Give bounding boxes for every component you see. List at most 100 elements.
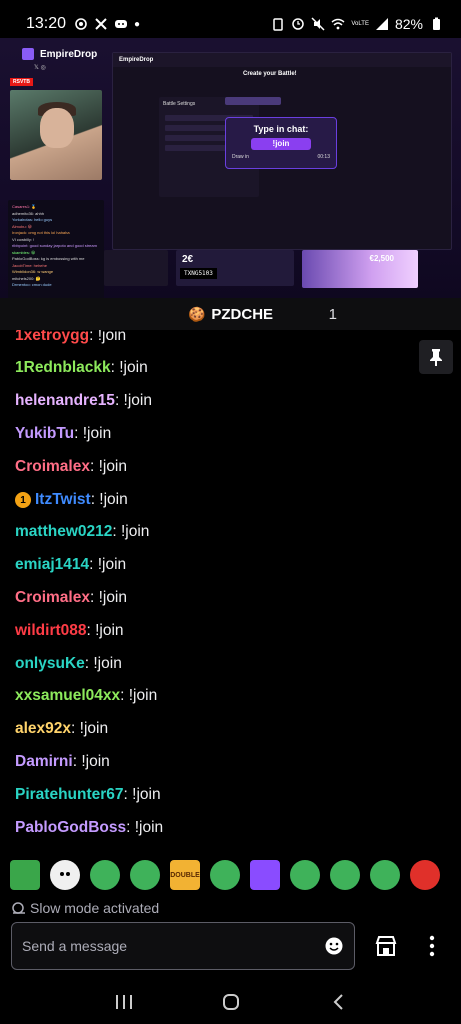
pin-button[interactable] bbox=[419, 340, 453, 374]
chat-text: : !join bbox=[84, 655, 122, 672]
chat-message: Damirni: !join bbox=[15, 753, 110, 771]
chat-text: : !join bbox=[89, 556, 127, 573]
viewer-count: 1 bbox=[328, 305, 337, 323]
chat-message: helenandre15: !join bbox=[15, 392, 152, 410]
chat-text: : !join bbox=[89, 458, 128, 475]
chat-message: wildirt088: !join bbox=[15, 622, 124, 640]
discord-icon bbox=[115, 20, 128, 28]
chat-text: : !join bbox=[126, 819, 164, 836]
chat-username[interactable]: Damirni bbox=[15, 753, 73, 771]
chat-message: PabloGodBoss: !join bbox=[15, 819, 163, 837]
chat-username[interactable]: xxsamuel04xx bbox=[15, 687, 120, 705]
chat-text: : !join bbox=[89, 589, 128, 606]
snail-icon bbox=[12, 902, 25, 914]
emote-frog-laugh-icon[interactable] bbox=[130, 860, 160, 890]
emote-bar[interactable]: DOUBLE bbox=[0, 854, 461, 896]
chat-username[interactable]: 1Rednblackk bbox=[15, 359, 111, 377]
chat-message: 1 ItzTwist: !join bbox=[15, 491, 128, 509]
emote-frog-happy-icon[interactable] bbox=[370, 860, 400, 890]
chat-text: : !join bbox=[71, 720, 109, 737]
stream-website: EmpireDrop Create your Battle! Battle Se… bbox=[112, 52, 452, 250]
channel-emoji: 🍪 bbox=[187, 305, 206, 322]
network-label: VoLTE bbox=[351, 20, 369, 27]
chat-username[interactable]: Croimalex bbox=[15, 458, 90, 476]
slow-mode-notice: Slow mode activated bbox=[12, 900, 159, 916]
chat-message: Croimalex: !join bbox=[15, 589, 127, 607]
emote-ghost-icon[interactable] bbox=[50, 860, 80, 890]
chat-text: : !join bbox=[110, 359, 148, 376]
back-button[interactable] bbox=[328, 992, 348, 1012]
clock-icon bbox=[292, 18, 305, 30]
store-icon[interactable] bbox=[374, 934, 398, 958]
home-button[interactable] bbox=[221, 992, 241, 1012]
chat-username[interactable]: 1xetroygg bbox=[15, 330, 89, 345]
emote-frog-globe-icon[interactable] bbox=[90, 860, 120, 890]
emote-green-brush-icon[interactable] bbox=[10, 860, 40, 890]
emote-frog-icon[interactable] bbox=[210, 860, 240, 890]
chat-message: 1Rednblackk: !join bbox=[15, 359, 148, 377]
threads-icon bbox=[75, 18, 87, 30]
mute-icon bbox=[311, 17, 325, 31]
more-options-icon[interactable] bbox=[426, 934, 438, 958]
chat-username[interactable]: alex92x bbox=[15, 720, 71, 738]
chat-username[interactable]: Croimalex bbox=[15, 589, 90, 607]
channel-name[interactable]: PZDCHE bbox=[211, 306, 273, 323]
emote-double-icon[interactable]: DOUBLE bbox=[170, 860, 200, 890]
chat-username[interactable]: PabloGodBoss bbox=[15, 819, 126, 837]
alarm-icon bbox=[273, 18, 284, 31]
chat-text: : !join bbox=[89, 330, 127, 344]
chat-text: : !join bbox=[90, 491, 128, 508]
chat-text: : !join bbox=[123, 786, 161, 803]
chat-text: : !join bbox=[112, 523, 150, 540]
join-overlay: Type in chat: !join Draw in 00:13 bbox=[225, 117, 337, 169]
chat-list[interactable]: 1xetroygg: !join 1Rednblackk: !join hele… bbox=[0, 330, 461, 850]
battery-icon bbox=[433, 17, 440, 30]
stream-tag: RSVTB bbox=[10, 78, 33, 86]
chat-username[interactable]: YukibTu bbox=[15, 425, 74, 443]
chat-text: : !join bbox=[86, 622, 124, 639]
stream-brand-logo: EmpireDrop bbox=[22, 48, 97, 60]
chat-username[interactable]: ItzTwist bbox=[35, 491, 91, 509]
chat-input-row: Send a message bbox=[0, 922, 461, 972]
pin-icon bbox=[430, 349, 442, 366]
system-navbar bbox=[0, 980, 461, 1024]
stream-social: 𝕏 ◎ bbox=[34, 65, 46, 71]
sub-badge-icon[interactable]: 1 bbox=[15, 492, 31, 508]
chat-username[interactable]: Piratehunter67 bbox=[15, 786, 124, 804]
stream-mini-chat: Casares1: 🥇 adhemito36: ahhh Yorkalrotas… bbox=[8, 200, 104, 298]
chat-message: xxsamuel04xx: !join bbox=[15, 687, 157, 705]
chat-message: YukibTu: !join bbox=[15, 425, 111, 443]
send-message-placeholder: Send a message bbox=[22, 938, 128, 954]
emoji-picker-icon[interactable] bbox=[324, 936, 344, 956]
chat-username[interactable]: helenandre15 bbox=[15, 392, 115, 410]
emote-frog-smile-icon[interactable] bbox=[290, 860, 320, 890]
chat-text: : !join bbox=[120, 687, 158, 704]
x-icon bbox=[95, 18, 107, 30]
chat-username[interactable]: onlysuKe bbox=[15, 655, 85, 673]
chat-text: : !join bbox=[114, 392, 152, 409]
chat-text: : !join bbox=[72, 753, 110, 770]
slow-mode-text: Slow mode activated bbox=[30, 900, 160, 916]
channel-header: 🍪 PZDCHE 1 bbox=[0, 298, 461, 330]
chat-username[interactable]: emiaj1414 bbox=[15, 556, 89, 574]
chat-text: : !join bbox=[74, 425, 112, 442]
video-player[interactable]: EmpireDrop 𝕏 ◎ RSVTB Casares1: 🥇 adhemit… bbox=[0, 38, 461, 298]
send-message-input[interactable]: Send a message bbox=[11, 922, 355, 970]
battery-percent: 82% bbox=[394, 16, 423, 32]
chat-message: Piratehunter67: !join bbox=[15, 786, 161, 804]
recent-apps-button[interactable] bbox=[114, 992, 134, 1012]
chat-message: emiaj1414: !join bbox=[15, 556, 126, 574]
signal-icon bbox=[375, 18, 388, 30]
stream-bottom-cards: 2€ TXNG5103 €2,500 bbox=[104, 250, 454, 290]
status-time: 13:20 bbox=[26, 15, 67, 32]
emote-frog-eyes-icon[interactable] bbox=[330, 860, 360, 890]
dot-icon: ● bbox=[134, 18, 141, 30]
chat-username[interactable]: wildirt088 bbox=[15, 622, 87, 640]
chat-message: alex92x: !join bbox=[15, 720, 108, 738]
chat-message: 1xetroygg: !join bbox=[15, 330, 126, 345]
chat-message: Croimalex: !join bbox=[15, 458, 127, 476]
emote-red-icon[interactable] bbox=[410, 860, 440, 890]
wifi-icon bbox=[331, 18, 345, 30]
chat-username[interactable]: matthew0212 bbox=[15, 523, 112, 541]
emote-purple-crown-icon[interactable] bbox=[250, 860, 280, 890]
